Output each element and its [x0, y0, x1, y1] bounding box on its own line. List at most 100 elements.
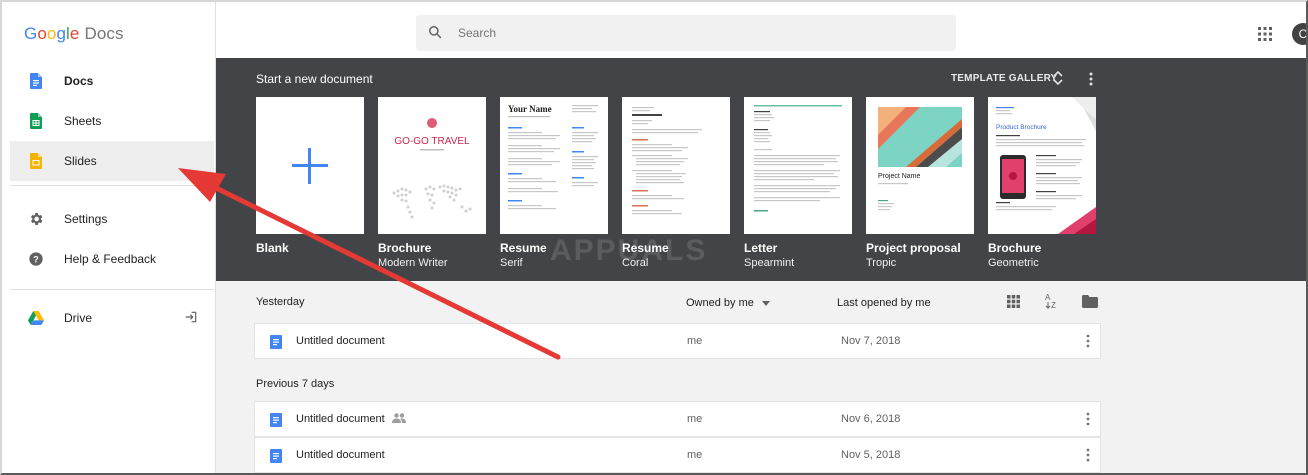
search-input[interactable] — [458, 26, 928, 40]
more-vert-icon[interactable] — [1086, 448, 1090, 462]
document-date: Nov 7, 2018 — [841, 335, 901, 347]
letter-preview — [754, 105, 842, 212]
owned-by-dropdown[interactable]: Owned by me — [686, 297, 770, 309]
more-vert-icon[interactable] — [1088, 72, 1094, 86]
template-thumbnail[interactable] — [256, 97, 364, 234]
template-name: Letter — [744, 241, 778, 255]
docs-home-window: Google Docs Docs Sheets Slides Settings … — [0, 0, 1308, 475]
avatar[interactable]: C — [1292, 23, 1306, 45]
plus-icon — [292, 148, 328, 184]
sidebar-item-label: Slides — [64, 154, 97, 168]
sidebar-item-settings[interactable]: Settings — [10, 199, 214, 239]
svg-text:?: ? — [33, 254, 39, 264]
section-yesterday: Yesterday — [256, 296, 305, 308]
sidebar-item-sheets[interactable]: Sheets — [10, 101, 214, 141]
template-project-proposal-tropic[interactable]: Project Name Project proposal Tropic — [866, 97, 974, 269]
shared-people-icon — [392, 413, 406, 425]
template-thumbnail[interactable]: GO-GO TRAVEL — [378, 97, 486, 234]
docs-icon — [270, 335, 282, 349]
drive-icon — [28, 309, 44, 327]
brochure-preview: GO-GO TRAVEL — [392, 118, 472, 219]
sidebar-divider — [10, 289, 216, 290]
thumb-text: Your Name — [508, 104, 552, 114]
template-letter-spearmint[interactable]: Letter Spearmint — [744, 97, 852, 269]
sidebar-item-label: Settings — [64, 212, 108, 226]
template-name: Brochure — [378, 241, 432, 255]
sort-az-icon[interactable]: AZ — [1044, 292, 1058, 310]
resume-coral-preview — [632, 107, 702, 215]
docs-icon — [28, 72, 44, 90]
product-name: Docs — [84, 24, 124, 43]
sidebar-item-slides[interactable]: Slides — [10, 141, 214, 181]
template-thumbnail[interactable] — [622, 97, 730, 234]
project-proposal-preview: Project Name — [878, 107, 962, 211]
document-list: Yesterday Owned by me Last opened by me … — [216, 281, 1306, 473]
google-wordmark: Google — [24, 24, 80, 43]
search-icon — [428, 25, 444, 41]
template-thumbnail[interactable]: Product Brochure — [988, 97, 1096, 234]
template-brochure-modern-writer[interactable]: GO-GO TRAVEL Brochure Modern Writer — [378, 97, 486, 269]
document-row[interactable]: Untitled document me Nov 5, 2018 — [254, 437, 1101, 473]
document-owner: me — [687, 449, 703, 461]
brochure-geometric-preview: Product Brochure — [996, 97, 1096, 234]
document-title: Untitled document — [296, 335, 385, 347]
document-row[interactable]: Untitled document me Nov 7, 2018 — [254, 323, 1101, 359]
sidebar-item-label: Docs — [64, 74, 94, 88]
help-icon: ? — [28, 250, 44, 268]
google-docs-logo[interactable]: Google Docs — [24, 24, 124, 44]
sidebar: Google Docs Docs Sheets Slides Settings … — [2, 2, 216, 473]
docs-icon — [270, 449, 282, 463]
top-bar: C — [216, 2, 1306, 58]
gear-icon — [28, 210, 44, 228]
template-name: Blank — [256, 241, 289, 255]
more-vert-icon[interactable] — [1086, 334, 1090, 348]
gallery-title: Start a new document — [256, 72, 373, 86]
sidebar-item-docs[interactable]: Docs — [10, 61, 214, 101]
template-thumbnail[interactable]: Your Name — [500, 97, 608, 234]
template-name: Project proposal — [866, 241, 961, 255]
last-opened-header[interactable]: Last opened by me — [837, 297, 931, 309]
expand-collapse-icon[interactable] — [1052, 69, 1064, 87]
template-brochure-geometric[interactable]: Product Brochure Brochure Geometric — [988, 97, 1096, 269]
document-row[interactable]: Untitled document me Nov 6, 2018 — [254, 401, 1101, 437]
template-name: Brochure — [988, 241, 1042, 255]
slides-icon — [28, 152, 44, 170]
template-subtitle: Spearmint — [744, 257, 795, 269]
thumb-text: GO-GO TRAVEL — [394, 136, 470, 147]
sidebar-item-drive[interactable]: Drive — [10, 298, 214, 338]
document-date: Nov 5, 2018 — [841, 449, 901, 461]
apps-grid-icon[interactable] — [1258, 27, 1272, 41]
sidebar-item-label: Help & Feedback — [64, 252, 157, 266]
owned-by-label: Owned by me — [686, 297, 754, 309]
template-blank[interactable]: Blank — [256, 97, 364, 257]
document-title: Untitled document — [296, 449, 385, 461]
dropdown-arrow-icon — [761, 297, 770, 309]
thumb-text: Project Name — [878, 173, 921, 180]
resume-serif-preview: Your Name — [508, 104, 598, 210]
svg-text:Z: Z — [1051, 301, 1056, 310]
template-gallery-button[interactable]: TEMPLATE GALLERY — [951, 73, 1058, 84]
document-date: Nov 6, 2018 — [841, 413, 901, 425]
more-vert-icon[interactable] — [1086, 412, 1090, 426]
template-subtitle: Tropic — [866, 257, 897, 269]
sidebar-item-help[interactable]: ? Help & Feedback — [10, 239, 214, 279]
folder-icon[interactable] — [1082, 295, 1098, 309]
template-thumbnail[interactable]: Project Name — [866, 97, 974, 234]
template-gallery: Start a new document TEMPLATE GALLERY Bl… — [216, 58, 1306, 281]
section-previous-7-days: Previous 7 days — [256, 378, 335, 390]
open-in-drive-icon[interactable] — [184, 310, 200, 326]
thumb-text: Product Brochure — [996, 124, 1047, 131]
search-box[interactable] — [416, 15, 956, 51]
document-owner: me — [687, 413, 703, 425]
docs-icon — [270, 413, 282, 427]
watermark: APPUALS — [550, 234, 708, 267]
document-owner: me — [687, 335, 703, 347]
sidebar-item-label: Sheets — [64, 114, 102, 128]
sidebar-divider — [10, 185, 216, 186]
document-title: Untitled document — [296, 413, 385, 425]
template-subtitle: Modern Writer — [378, 257, 448, 269]
template-subtitle: Geometric — [988, 257, 1039, 269]
grid-view-icon[interactable] — [1007, 295, 1021, 309]
template-thumbnail[interactable] — [744, 97, 852, 234]
sheets-icon — [28, 112, 44, 130]
